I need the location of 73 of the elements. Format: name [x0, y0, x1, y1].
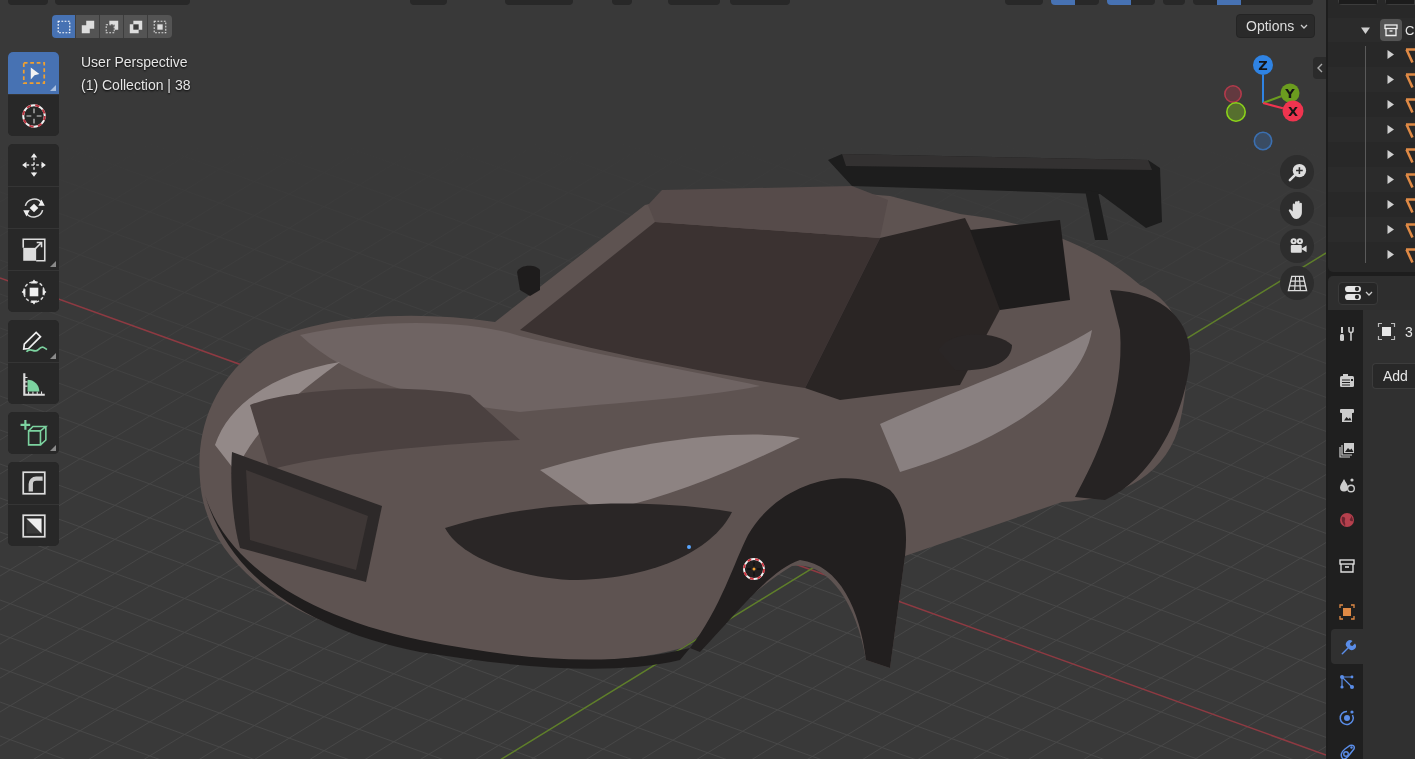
triangle-outline-icon — [1405, 145, 1415, 164]
camera-view-button[interactable] — [1280, 229, 1314, 263]
triangle-outline-icon — [1405, 195, 1415, 214]
negative-axis-handle[interactable] — [1253, 131, 1273, 151]
diagonal-tool-button[interactable] — [8, 504, 59, 546]
scale-tool-button[interactable] — [8, 228, 59, 270]
sidebar-toggle-button[interactable] — [1313, 57, 1326, 79]
negative-axis-handle[interactable] — [1226, 102, 1246, 122]
tools-icon — [1338, 324, 1356, 343]
triangle-outline-icon — [1405, 120, 1415, 139]
select-mode-button[interactable] — [124, 15, 148, 38]
particles-icon — [1338, 672, 1356, 691]
chevron-down-icon — [1300, 23, 1308, 29]
toggle-switches-icon — [1343, 285, 1362, 301]
cursor-tool-button[interactable] — [8, 94, 59, 136]
triangle-outline-icon — [1405, 45, 1415, 64]
intersect-squares-icon — [152, 18, 168, 35]
chevron-left-icon — [1316, 63, 1323, 73]
pan-button[interactable] — [1280, 192, 1314, 226]
select-mode-button[interactable] — [100, 15, 124, 38]
measure-tool-button[interactable] — [8, 362, 59, 404]
triangle-outline-icon — [1405, 170, 1415, 189]
archive-box-icon — [1380, 19, 1402, 41]
disclosure-triangle-icon[interactable] — [1361, 25, 1370, 35]
bracketed-square-icon — [1377, 322, 1396, 341]
add-button[interactable]: Add — [1372, 363, 1415, 389]
view-name-label: User Perspective — [81, 53, 188, 72]
constraint-icon — [1338, 742, 1356, 759]
object-square-icon — [1338, 602, 1356, 621]
triangle-outline-icon — [1405, 95, 1415, 114]
select-mode-button[interactable] — [76, 15, 100, 38]
select-mode-button[interactable] — [52, 15, 76, 38]
collection-info-label: (1) Collection | 38 — [81, 76, 191, 95]
ortho-view-button[interactable] — [1280, 266, 1314, 300]
transform-tool-button[interactable] — [8, 270, 59, 312]
cursor-target-icon — [743, 558, 765, 580]
archive-box-icon — [1338, 556, 1356, 575]
disclosure-triangle-icon[interactable] — [1386, 125, 1395, 134]
globe-icon — [1338, 510, 1356, 529]
editor-type-button[interactable] — [1338, 281, 1378, 305]
crosshair-circle-icon — [19, 101, 48, 130]
options-dropdown[interactable]: Options — [1236, 14, 1315, 38]
chevron-down-icon — [1364, 290, 1373, 296]
object-name-label: 3 — [1405, 323, 1413, 340]
triangle-outline-icon — [1405, 70, 1415, 89]
annotate-tool-button[interactable] — [8, 320, 59, 362]
add-cube-tool-button[interactable] — [8, 412, 59, 454]
image-stack-icon — [1338, 440, 1356, 459]
axis-handle[interactable]: Z — [1253, 55, 1273, 104]
disclosure-triangle-icon[interactable] — [1386, 200, 1395, 209]
dashed-square-icon — [55, 18, 72, 35]
scale-square-icon — [19, 235, 48, 264]
overlapping-squares-icon — [79, 18, 96, 35]
disclosure-triangle-icon[interactable] — [1386, 150, 1395, 159]
disclosure-triangle-icon[interactable] — [1386, 50, 1395, 59]
negative-axis-handle[interactable] — [1224, 85, 1242, 103]
disclosure-triangle-icon[interactable] — [1386, 250, 1395, 259]
transform-square-icon — [19, 277, 48, 306]
subtract-squares-icon — [103, 18, 120, 35]
triangle-outline-icon — [1405, 245, 1415, 264]
add-cube-icon — [19, 419, 48, 447]
zoom-button[interactable] — [1280, 155, 1314, 189]
disclosure-triangle-icon[interactable] — [1386, 225, 1395, 234]
curved-corner-icon — [19, 469, 48, 497]
triangle-outline-icon — [1405, 220, 1415, 239]
disclosure-triangle-icon[interactable] — [1386, 175, 1395, 184]
difference-squares-icon — [127, 18, 144, 35]
select-mode-button[interactable] — [148, 15, 172, 38]
disclosure-triangle-icon[interactable] — [1386, 75, 1395, 84]
half-filled-square-icon — [19, 511, 48, 540]
disclosure-triangle-icon[interactable] — [1386, 100, 1395, 109]
magnifier-icon — [1286, 161, 1308, 183]
origin-point-icon — [687, 545, 691, 549]
